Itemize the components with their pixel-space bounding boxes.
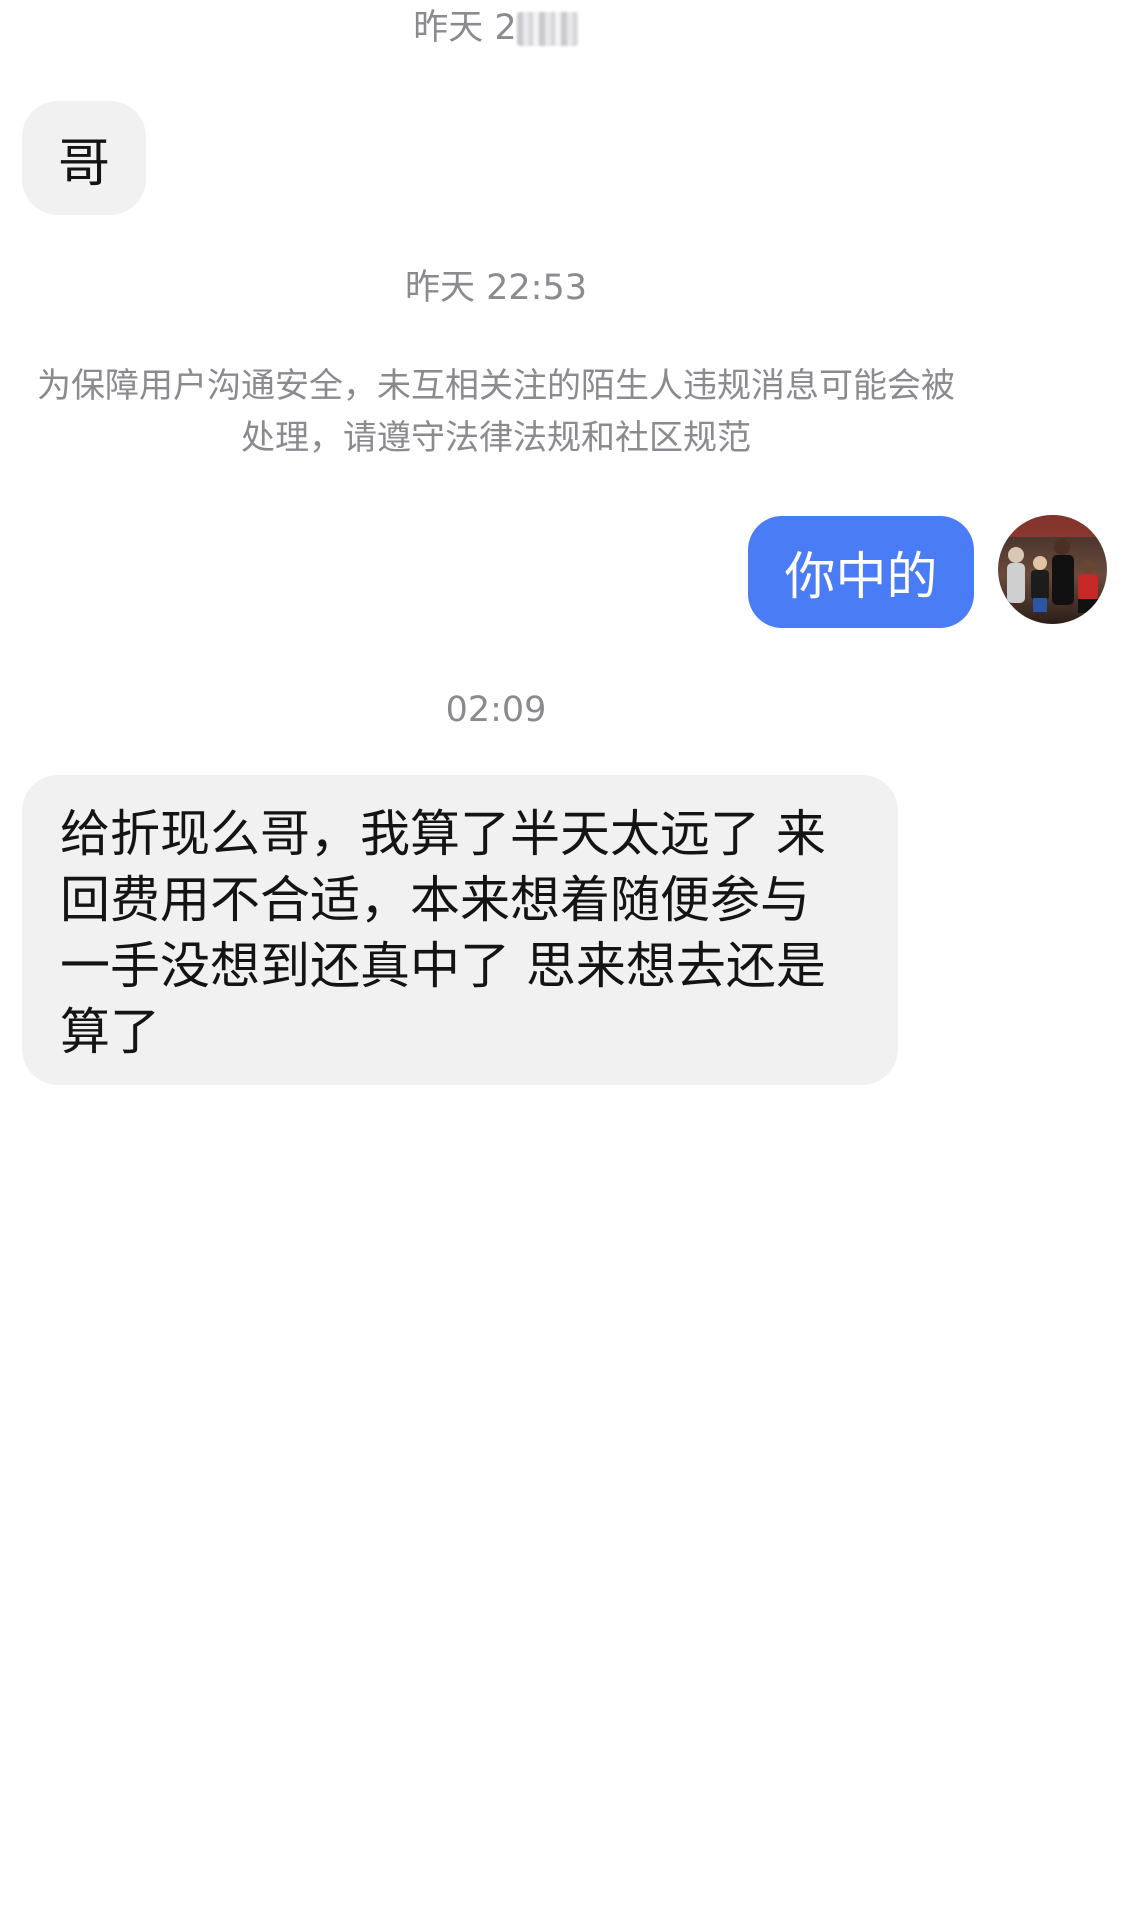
safety-notice: 为保障用户沟通安全，未互相关注的陌生人违规消息可能会被 处理，请遵守法律法规和社…: [0, 360, 992, 464]
notice-line-1: 为保障用户沟通安全，未互相关注的陌生人违规消息可能会被: [37, 366, 955, 406]
timestamp-text: 昨天 22:53: [405, 268, 587, 308]
timestamp-text: 昨天 2: [413, 8, 517, 48]
message-text: 你中的: [784, 548, 938, 607]
avatar-photo-icon: [998, 515, 1107, 624]
message-text: 哥: [57, 133, 110, 194]
redacted-time-blur: [516, 12, 579, 46]
timestamp-text: 02:09: [445, 690, 547, 730]
message-line: 给折现么哥，我算了半天太远了 来: [60, 805, 826, 863]
message-line: 算了: [60, 1003, 160, 1061]
avatar[interactable]: [998, 515, 1107, 624]
incoming-message-bubble[interactable]: 哥: [22, 101, 146, 215]
timestamp-yesterday-2253: 昨天 22:53: [0, 266, 992, 310]
message-line: 回费用不合适，本来想着随便参与: [60, 871, 810, 929]
outgoing-message-bubble[interactable]: 你中的: [748, 516, 974, 628]
timestamp-yesterday-redacted: 昨天 2: [0, 6, 992, 50]
timestamp-0209: 02:09: [0, 688, 992, 732]
incoming-message-bubble[interactable]: 给折现么哥，我算了半天太远了 来 回费用不合适，本来想着随便参与 一手没想到还真…: [22, 775, 898, 1085]
message-line: 一手没想到还真中了 思来想去还是: [60, 937, 826, 995]
notice-line-2: 处理，请遵守法律法规和社区规范: [241, 418, 751, 458]
